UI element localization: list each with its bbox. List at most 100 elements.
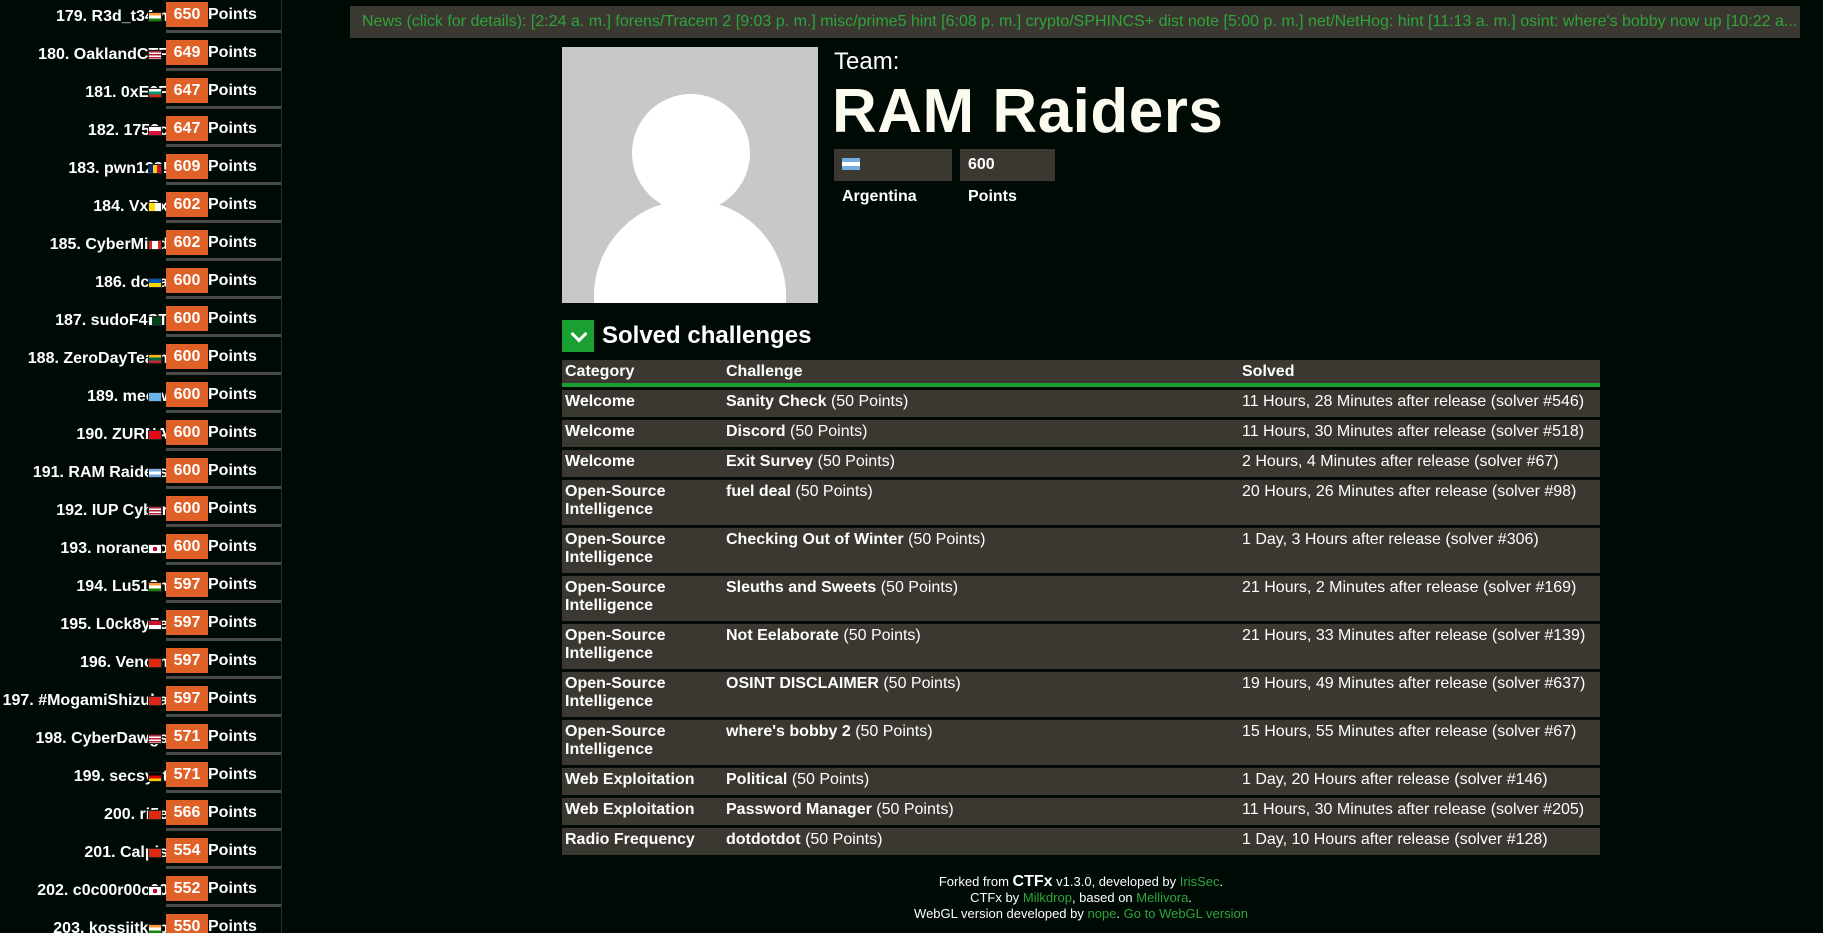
table-body: Welcome Sanity Check (50 Points) 11 Hours,… xyxy=(562,390,1600,855)
cell-solved: 11 Hours, 30 Minutes after release (solv… xyxy=(1242,423,1585,440)
cell-challenge[interactable]: Checking Out of Winter (50 Points) xyxy=(726,531,1226,549)
challenge-points: (50 Points) xyxy=(817,453,895,470)
scoreboard-row[interactable]: 198. CyberDawgs 571 Points xyxy=(0,722,281,760)
points-label: Points xyxy=(208,766,257,783)
scoreboard-row[interactable]: 186. dcua 600 Points xyxy=(0,266,281,304)
footer-version: v1.3.0, developed by xyxy=(1056,874,1177,889)
scoreboard-row[interactable]: 200. ri5e 566 Points xyxy=(0,798,281,836)
scoreboard-row[interactable]: 183. pwn123! 609 Points xyxy=(0,152,281,190)
cell-challenge[interactable]: Not Eelaborate (50 Points) xyxy=(726,627,1226,645)
challenge-name[interactable]: Exit Survey xyxy=(726,453,813,470)
cell-challenge[interactable]: Discord (50 Points) xyxy=(726,423,1226,441)
table-row: Welcome Discord (50 Points) 11 Hours, 30 M… xyxy=(562,420,1600,447)
scoreboard-row[interactable]: 196. Venom 597 Points xyxy=(0,646,281,684)
challenge-name[interactable]: dotdotdot xyxy=(726,831,801,848)
score-divider xyxy=(166,790,281,793)
indonesia-flag-icon xyxy=(148,620,162,630)
points-label: Points xyxy=(208,196,257,213)
challenge-name[interactable]: Political xyxy=(726,771,787,788)
team-name: RAM Raiders xyxy=(832,77,1224,146)
scoreboard-row[interactable]: 201. Calpis 554 Points xyxy=(0,836,281,874)
points-label: Points xyxy=(208,614,257,631)
team-avatar xyxy=(562,47,818,303)
challenge-name[interactable]: Sleuths and Sweets xyxy=(726,579,876,596)
challenge-name[interactable]: where's bobby 2 xyxy=(726,723,851,740)
scoreboard-row[interactable]: 197. #MogamiShizuka 597 Points xyxy=(0,684,281,722)
cell-challenge[interactable]: OSINT DISCLAIMER (50 Points) xyxy=(726,675,1226,693)
footer-forked-prefix: Forked from xyxy=(938,874,1009,889)
scoreboard-row[interactable]: 179. R3d_t34m 650 Points xyxy=(0,0,281,38)
challenge-name[interactable]: Checking Out of Winter xyxy=(726,531,904,548)
footer-webgl-prefix: WebGL version developed by xyxy=(914,906,1084,921)
challenge-name[interactable]: Not Eelaborate xyxy=(726,627,839,644)
scoreboard-row[interactable]: 187. sudoF4ST 600 Points xyxy=(0,304,281,342)
scoreboard-row[interactable]: 195. L0ck8y7e 597 Points xyxy=(0,608,281,646)
cell-challenge[interactable]: where's bobby 2 (50 Points) xyxy=(726,723,1226,741)
scoreboard-row[interactable]: 192. IUP Cyber 600 Points xyxy=(0,494,281,532)
team-rank-name[interactable]: 188. ZeroDayTeam xyxy=(28,342,168,372)
table-row: Radio Frequency dotdotdot (50 Points) 1 Da… xyxy=(562,828,1600,855)
scoreboard-row[interactable]: 199. secsyst 571 Points xyxy=(0,760,281,798)
scoreboard-row[interactable]: 184. VxPx 602 Points xyxy=(0,190,281,228)
team-points-value: 597 xyxy=(166,610,208,635)
lithuania-flag-icon xyxy=(148,354,162,364)
scoreboard-row[interactable]: 203. kossiitkgp 550 Points xyxy=(0,912,281,933)
points-label: Points xyxy=(208,348,257,365)
challenge-points: (50 Points) xyxy=(805,831,883,848)
cell-challenge[interactable]: Sleuths and Sweets (50 Points) xyxy=(726,579,1226,597)
scoreboard-row[interactable]: 202. c0c00r00c00 552 Points xyxy=(0,874,281,912)
team-points-value: 602 xyxy=(166,192,208,217)
cell-challenge[interactable]: Password Manager (50 Points) xyxy=(726,801,1226,819)
table-header: Category Challenge Solved xyxy=(562,360,1600,387)
team-rank-name[interactable]: 197. #MogamiShizuka xyxy=(3,684,168,714)
score-divider xyxy=(166,182,281,185)
webgl-version-link[interactable]: Go to WebGL version xyxy=(1124,906,1248,921)
news-ticker[interactable]: News (click for details): [2:24 a. m.] f… xyxy=(350,6,1800,38)
team-points-value: 566 xyxy=(166,800,208,825)
points-label: Points xyxy=(208,44,257,61)
cell-challenge[interactable]: Political (50 Points) xyxy=(726,771,1226,789)
points-label: Points xyxy=(208,462,257,479)
scoreboard-row[interactable]: 194. Lu513n 597 Points xyxy=(0,570,281,608)
team-points-value: 649 xyxy=(166,40,208,65)
scoreboard-row[interactable]: 181. 0xE0F 647 Points xyxy=(0,76,281,114)
challenge-name[interactable]: Discord xyxy=(726,423,786,440)
cell-challenge[interactable]: Sanity Check (50 Points) xyxy=(726,393,1226,411)
scoreboard-row[interactable]: 189. meow 600 Points xyxy=(0,380,281,418)
cell-challenge[interactable]: fuel deal (50 Points) xyxy=(726,483,1226,501)
cell-solved: 1 Day, 10 Hours after release (solver #1… xyxy=(1242,831,1548,848)
score-divider xyxy=(166,448,281,451)
cell-challenge[interactable]: Exit Survey (50 Points) xyxy=(726,453,1226,471)
cell-category: Open-Source Intelligence xyxy=(565,627,666,662)
table-row: Welcome Sanity Check (50 Points) 11 Hours,… xyxy=(562,390,1600,417)
milkdrop-link[interactable]: Milkdrop xyxy=(1023,890,1072,905)
collapse-chevron-icon[interactable] xyxy=(562,320,594,352)
cell-solved: 21 Hours, 2 Minutes after release (solve… xyxy=(1242,579,1577,596)
challenge-points: (50 Points) xyxy=(908,531,986,548)
challenge-points: (50 Points) xyxy=(791,771,870,788)
challenge-points: (50 Points) xyxy=(880,579,959,596)
cell-challenge[interactable]: dotdotdot (50 Points) xyxy=(726,831,1226,849)
nope-link[interactable]: nope xyxy=(1088,906,1117,921)
irissec-link[interactable]: IrisSec xyxy=(1180,874,1220,889)
points-label: Points xyxy=(208,120,257,137)
scoreboard-row[interactable]: 182. 1753c 647 Points xyxy=(0,114,281,152)
scoreboard-row[interactable]: 191. RAM Raiders 600 Points xyxy=(0,456,281,494)
scoreboard-row[interactable]: 180. OaklandCTF 649 Points xyxy=(0,38,281,76)
team-points-value: 647 xyxy=(166,116,208,141)
team-points-value: 571 xyxy=(166,762,208,787)
scoreboard-row[interactable]: 190. ZURNA 600 Points xyxy=(0,418,281,456)
scoreboard-row[interactable]: 188. ZeroDayTeam 600 Points xyxy=(0,342,281,380)
challenge-name[interactable]: Password Manager xyxy=(726,801,872,818)
points-label: Points xyxy=(208,842,257,859)
germany-flag-icon xyxy=(148,772,162,782)
scoreboard-row[interactable]: 193. noraneco 600 Points xyxy=(0,532,281,570)
argentina-flag-icon xyxy=(148,468,162,478)
scoreboard-row[interactable]: 185. CyberMind 602 Points xyxy=(0,228,281,266)
team-points-value: 600 xyxy=(166,458,208,483)
header-challenge: Challenge xyxy=(726,363,803,380)
challenge-name[interactable]: Sanity Check xyxy=(726,393,826,410)
mellivora-link[interactable]: Mellivora xyxy=(1136,890,1188,905)
challenge-name[interactable]: fuel deal xyxy=(726,483,791,500)
challenge-name[interactable]: OSINT DISCLAIMER xyxy=(726,675,879,692)
